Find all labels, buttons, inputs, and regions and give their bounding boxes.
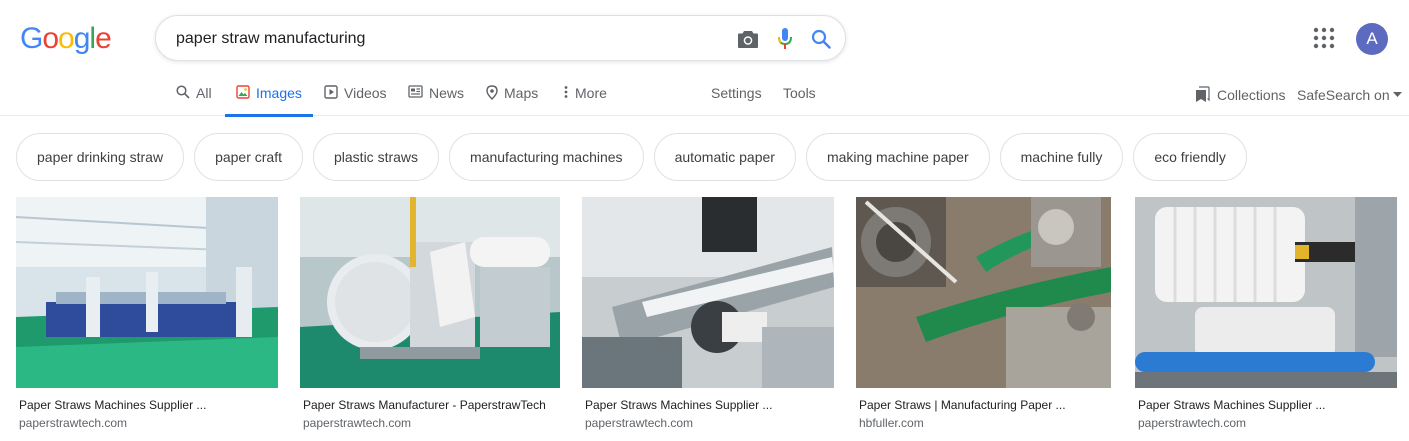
tab-label: News bbox=[429, 85, 465, 101]
chip[interactable]: eco friendly bbox=[1133, 133, 1247, 181]
result-site: hbfuller.com bbox=[859, 416, 924, 430]
tab-all[interactable]: All bbox=[176, 78, 212, 116]
tab-videos[interactable]: Videos bbox=[324, 78, 387, 116]
logo-letter: o bbox=[42, 22, 59, 55]
result-title[interactable]: Paper Straws Manufacturer - PaperstrawTe… bbox=[303, 398, 560, 412]
result-thumbnail[interactable] bbox=[856, 197, 1111, 388]
newspaper-icon bbox=[408, 85, 423, 98]
image-result[interactable]: Paper Straws Machines Supplier ... paper… bbox=[582, 197, 834, 430]
search-icon bbox=[176, 85, 190, 99]
logo-letter: g bbox=[73, 22, 91, 55]
search-box bbox=[155, 15, 846, 61]
result-thumbnail[interactable] bbox=[16, 197, 278, 388]
more-vertical-icon bbox=[564, 86, 568, 98]
google-logo[interactable]: Google bbox=[20, 22, 112, 56]
tab-images[interactable]: Images bbox=[225, 78, 313, 117]
tab-label: All bbox=[196, 85, 212, 101]
settings-link[interactable]: Settings bbox=[711, 85, 762, 101]
safesearch-toggle[interactable]: SafeSearch on bbox=[1297, 87, 1402, 103]
result-title[interactable]: Paper Straws Machines Supplier ... bbox=[19, 398, 278, 412]
chip[interactable]: making machine paper bbox=[805, 133, 990, 181]
result-thumbnail[interactable] bbox=[300, 197, 560, 388]
bookmark-icon bbox=[1196, 86, 1210, 102]
play-icon bbox=[324, 85, 338, 99]
collections-label: Collections bbox=[1217, 86, 1286, 103]
result-title[interactable]: Paper Straws Machines Supplier ... bbox=[1138, 398, 1397, 412]
collections-link[interactable]: Collections bbox=[1195, 86, 1285, 103]
chip[interactable]: paper craft bbox=[194, 133, 303, 181]
logo-letter: o bbox=[58, 22, 75, 55]
tab-more[interactable]: More bbox=[563, 78, 607, 116]
image-result[interactable]: Paper Straws | Manufacturing Paper ... h… bbox=[856, 197, 1111, 430]
search-tabs-bar: All Images Videos News Maps More Setting… bbox=[0, 78, 1409, 117]
result-thumbnail[interactable] bbox=[1135, 197, 1397, 388]
result-site: paperstrawtech.com bbox=[1138, 416, 1247, 430]
result-thumbnail[interactable] bbox=[582, 197, 834, 388]
search-icon[interactable] bbox=[811, 29, 831, 49]
camera-icon[interactable] bbox=[737, 29, 759, 49]
chip[interactable]: plastic straws bbox=[313, 133, 440, 181]
image-result[interactable]: Paper Straws Machines Supplier ... paper… bbox=[16, 197, 278, 430]
tab-maps[interactable]: Maps bbox=[486, 78, 538, 116]
tab-label: Videos bbox=[344, 85, 387, 101]
account-avatar[interactable]: A bbox=[1356, 23, 1388, 55]
image-icon bbox=[236, 85, 250, 99]
search-input[interactable] bbox=[176, 27, 696, 51]
logo-letter: G bbox=[20, 22, 43, 55]
chip[interactable]: manufacturing machines bbox=[449, 133, 644, 181]
image-result[interactable]: Paper Straws Manufacturer - PaperstrawTe… bbox=[300, 197, 560, 430]
apps-grid-icon[interactable] bbox=[1313, 27, 1335, 49]
logo-letter: e bbox=[95, 22, 112, 55]
dropdown-arrow-icon bbox=[1392, 92, 1402, 97]
result-title[interactable]: Paper Straws Machines Supplier ... bbox=[585, 398, 834, 412]
chip[interactable]: automatic paper bbox=[653, 133, 796, 181]
result-site: paperstrawtech.com bbox=[303, 416, 412, 430]
image-result[interactable]: Paper Straws Machines Supplier ... paper… bbox=[1135, 197, 1397, 430]
result-site: paperstrawtech.com bbox=[585, 416, 694, 430]
safesearch-label: SafeSearch on bbox=[1297, 87, 1390, 103]
tab-label: Images bbox=[256, 85, 302, 101]
tab-label: Maps bbox=[504, 85, 539, 101]
microphone-icon[interactable] bbox=[777, 27, 793, 51]
result-site: paperstrawtech.com bbox=[19, 416, 128, 430]
chip[interactable]: paper drinking straw bbox=[16, 133, 185, 181]
map-pin-icon bbox=[486, 85, 498, 100]
tab-label: More bbox=[575, 85, 607, 101]
tools-link[interactable]: Tools bbox=[783, 85, 816, 101]
result-title[interactable]: Paper Straws | Manufacturing Paper ... bbox=[859, 398, 1111, 412]
related-searches: paper drinking straw paper craft plastic… bbox=[16, 133, 1247, 181]
chip[interactable]: machine fully bbox=[999, 133, 1124, 181]
tab-news[interactable]: News bbox=[408, 78, 464, 116]
search-actions bbox=[737, 26, 831, 52]
